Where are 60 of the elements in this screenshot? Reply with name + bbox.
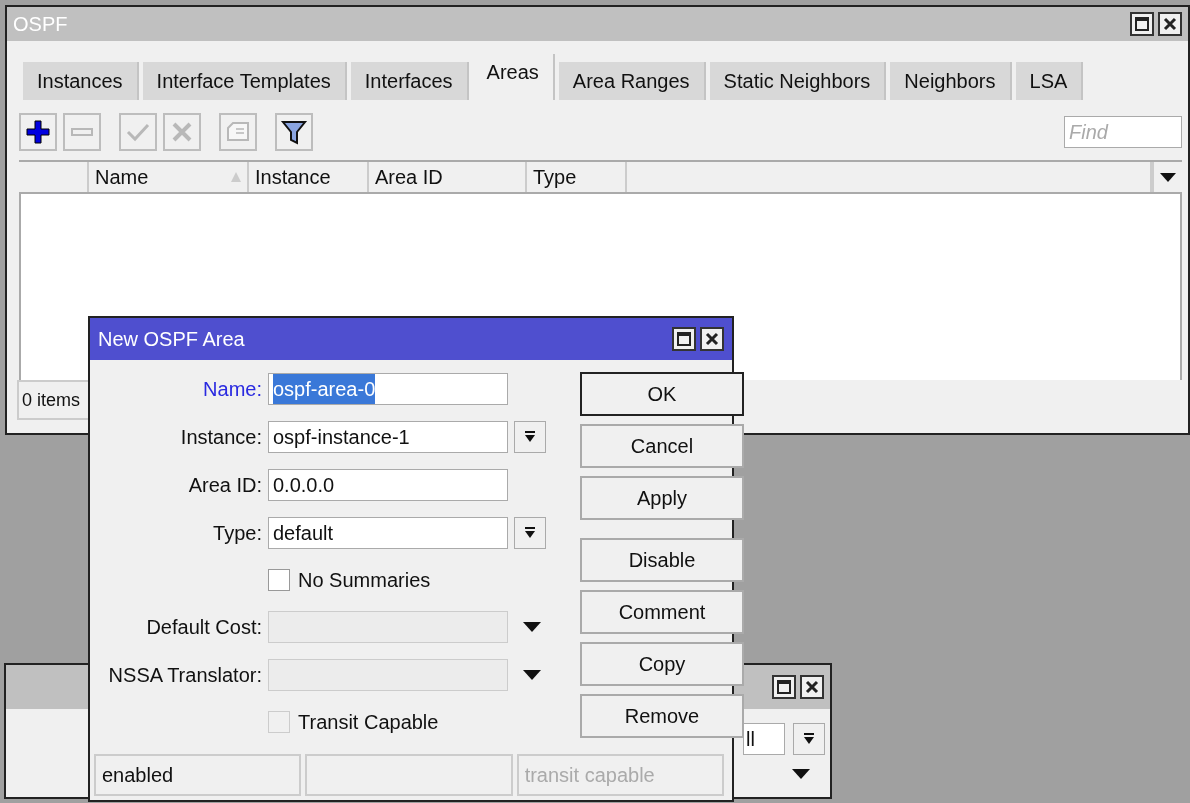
tab[interactable]: Interface Templates — [142, 62, 347, 100]
dropdown-button[interactable] — [793, 723, 825, 755]
input-field[interactable]: ospf-area-0 — [268, 373, 508, 405]
column-header[interactable]: Type — [527, 162, 627, 192]
maximize-button[interactable] — [672, 327, 696, 351]
dropdown-arrow-icon[interactable] — [792, 769, 810, 779]
select-field[interactable]: ospf-instance-1 — [268, 421, 508, 453]
checkbox[interactable] — [268, 569, 290, 591]
dropdown-arrow-icon[interactable] — [1160, 172, 1176, 182]
dialog-button[interactable]: Disable — [580, 538, 744, 582]
dropdown-icon — [523, 430, 537, 444]
status-cell: transit capable — [516, 754, 724, 796]
maximize-icon — [776, 679, 792, 695]
field-label: Instance: — [179, 425, 262, 450]
close-icon — [1162, 16, 1178, 32]
dropdown-icon — [802, 732, 816, 746]
window-title: New OSPF Area — [98, 327, 245, 352]
dialog-button[interactable]: OK — [580, 372, 744, 416]
checkbox-label: No Summaries — [298, 568, 431, 593]
maximize-button[interactable] — [772, 675, 796, 699]
tab[interactable]: Static Neighbors — [709, 62, 887, 100]
dropdown-icon — [523, 526, 537, 540]
close-button[interactable] — [800, 675, 824, 699]
close-icon — [704, 331, 720, 347]
window-title: OSPF — [13, 12, 68, 37]
tab[interactable]: Area Ranges — [558, 62, 706, 100]
tab[interactable]: Instances — [23, 62, 139, 100]
close-button[interactable] — [1158, 12, 1182, 36]
column-header[interactable]: Name — [89, 162, 249, 192]
find-field[interactable]: Find — [1064, 116, 1182, 148]
tab[interactable]: Neighbors — [890, 62, 1012, 100]
field-label: Default Cost: — [145, 615, 262, 640]
tab[interactable]: Interfaces — [350, 62, 469, 100]
field-label: Area ID: — [187, 473, 262, 498]
input-field[interactable]: 0.0.0.0 — [268, 469, 508, 501]
checkbox-label: Transit Capable — [298, 710, 439, 735]
field-label: NSSA Translator: — [107, 663, 262, 688]
dialog-button[interactable]: Comment — [580, 590, 744, 634]
column-header[interactable]: Instance — [249, 162, 369, 192]
select-field[interactable]: ll — [743, 723, 785, 755]
dialog-button[interactable]: Apply — [580, 476, 744, 520]
dialog-button[interactable]: Remove — [580, 694, 744, 738]
dropdown-button[interactable] — [514, 517, 546, 549]
dropdown-button[interactable] — [514, 421, 546, 453]
select-field[interactable]: default — [268, 517, 508, 549]
close-icon — [804, 679, 820, 695]
column-header[interactable]: Area ID — [369, 162, 527, 192]
field-label: Name: — [202, 377, 262, 402]
maximize-button[interactable] — [1130, 12, 1154, 36]
dropdown-arrow-icon[interactable] — [523, 670, 541, 680]
field-label: Type: — [212, 521, 262, 546]
dialog-button[interactable]: Copy — [580, 642, 744, 686]
close-button[interactable] — [700, 327, 724, 351]
maximize-icon — [676, 331, 692, 347]
tab[interactable]: LSA — [1015, 62, 1084, 100]
maximize-icon — [1134, 16, 1150, 32]
status-text: 0 items — [22, 388, 81, 412]
dialog-button[interactable]: Cancel — [580, 424, 744, 468]
status-cell: enabled — [94, 754, 302, 796]
dropdown-arrow-icon[interactable] — [523, 622, 541, 632]
